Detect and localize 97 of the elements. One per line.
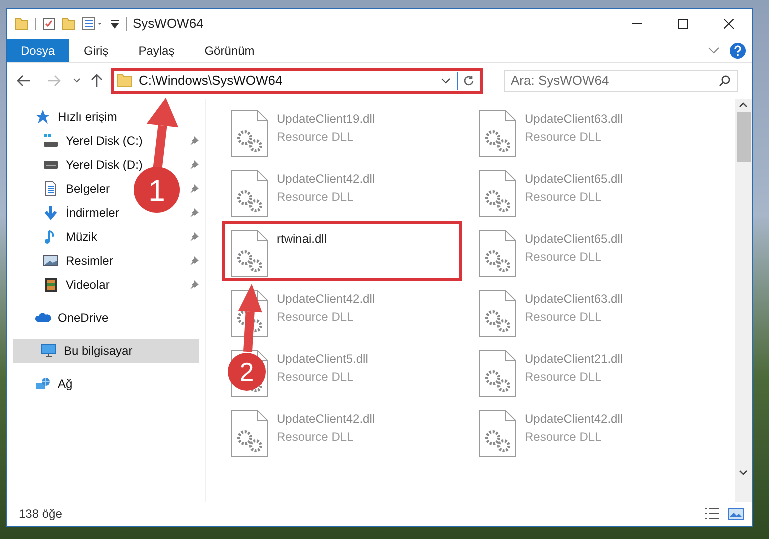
file-gears-icon	[479, 230, 517, 278]
chevron-down-icon[interactable]	[73, 78, 81, 84]
file-name: UpdateClient65.dll	[525, 171, 624, 188]
sidebar-label: Bu bilgisayar	[64, 343, 133, 360]
file-name: UpdateClient63.dll	[525, 111, 624, 128]
pin-icon[interactable]	[189, 208, 199, 218]
file-name: UpdateClient42.dll	[277, 411, 376, 428]
folder-icon[interactable]	[62, 17, 76, 31]
pin-icon[interactable]	[189, 256, 199, 266]
file-name: rtwinai.dll	[277, 231, 328, 248]
file-type: Resource DLL	[277, 309, 355, 326]
close-icon	[724, 19, 734, 29]
file-type: Resource DLL	[525, 369, 603, 386]
sidebar-item[interactable]: Hızlı erişim	[58, 108, 118, 126]
pin-icon[interactable]	[189, 136, 199, 146]
pin-icon[interactable]	[189, 184, 199, 194]
file-type: Resource DLL	[525, 249, 603, 266]
file-gears-icon	[479, 350, 517, 398]
sidebar-item[interactable]: Yerel Disk (C:)	[66, 132, 143, 150]
file-gears-icon	[231, 170, 269, 218]
file-item[interactable]: rtwinai.dll	[222, 221, 462, 281]
scrollbar[interactable]	[735, 99, 752, 502]
sidebar-item[interactable]: Bu bilgisayar	[13, 339, 199, 363]
callout-arrow	[238, 284, 262, 352]
file-name: UpdateClient21.dll	[525, 351, 624, 368]
folder-icon	[117, 74, 133, 88]
callout-number: 2	[240, 357, 254, 387]
forward-arrow-icon[interactable]	[47, 75, 61, 87]
sidebar-item[interactable]: Ağ	[58, 375, 73, 393]
file-name: UpdateClient19.dll	[277, 111, 376, 128]
file-type: Resource DLL	[525, 429, 603, 446]
file-type: Resource DLL	[277, 369, 355, 386]
pin-icon[interactable]	[189, 232, 199, 242]
checklist-icon[interactable]	[42, 17, 56, 31]
details-view-icon[interactable]	[704, 508, 720, 520]
ribbon-tab[interactable]: Paylaş	[124, 39, 190, 62]
file-name: UpdateClient65.dll	[525, 231, 624, 248]
folder-icon[interactable]	[15, 17, 29, 31]
file-gears-icon	[231, 110, 269, 158]
search-icon	[719, 75, 731, 87]
pin-icon[interactable]	[189, 280, 199, 290]
sidebar-item[interactable]: Belgeler	[66, 180, 110, 198]
item-count: 138 öğe	[19, 506, 62, 523]
ribbon-tab[interactable]: Görünüm	[190, 39, 270, 62]
sidebar-item[interactable]: İndirmeler	[66, 204, 120, 222]
file-gears-icon	[479, 170, 517, 218]
window-title: SysWOW64	[133, 15, 204, 34]
file-type: Resource DLL	[277, 189, 355, 206]
back-arrow-icon[interactable]	[17, 75, 31, 87]
up-arrow-icon[interactable]	[91, 74, 103, 88]
monitor-icon	[41, 343, 57, 359]
sidebar-item[interactable]: Müzik	[66, 228, 98, 246]
star-icon	[35, 109, 51, 125]
down-arrow-icon	[43, 205, 59, 221]
address-path: C:\Windows\SysWOW64	[139, 72, 283, 90]
document-icon	[43, 181, 59, 197]
scroll-down-icon[interactable]	[739, 470, 748, 476]
file-name: UpdateClient42.dll	[525, 411, 624, 428]
scroll-up-icon[interactable]	[739, 102, 748, 108]
file-gears-icon	[231, 410, 269, 458]
file-type: Resource DLL	[525, 129, 603, 146]
sidebar-item[interactable]: Videolar	[66, 276, 110, 294]
file-gears-icon	[479, 110, 517, 158]
search-field[interactable]: Ara: SysWOW64	[504, 70, 738, 92]
pin-icon[interactable]	[189, 160, 199, 170]
sidebar-item[interactable]: Yerel Disk (D:)	[66, 156, 143, 174]
properties-icon[interactable]	[82, 17, 104, 31]
large-icons-view-icon[interactable]	[728, 508, 744, 520]
ribbon-tab[interactable]: Giriş	[69, 39, 124, 62]
sidebar-item[interactable]: Resimler	[66, 252, 114, 270]
file-type: Resource DLL	[525, 309, 603, 326]
file-menu-tab[interactable]: Dosya	[7, 39, 70, 62]
scrollbar-thumb[interactable]	[736, 112, 750, 162]
drive-icon	[43, 133, 59, 149]
maximize-icon	[678, 19, 688, 29]
picture-icon	[43, 253, 59, 269]
chevron-down-icon[interactable]	[441, 78, 451, 84]
file-gears-icon	[479, 410, 517, 458]
film-icon	[43, 277, 59, 293]
callout-badge	[228, 353, 266, 391]
file-type: Resource DLL	[525, 189, 603, 206]
file-type: Resource DLL	[277, 129, 355, 146]
globe-icon	[35, 376, 51, 392]
file-type: Resource DLL	[277, 429, 355, 446]
sidebar-item[interactable]: OneDrive	[58, 309, 109, 327]
address-bar[interactable]: C:\Windows\SysWOW64	[111, 68, 483, 94]
file-name: UpdateClient63.dll	[525, 291, 624, 308]
search-input[interactable]: Ara: SysWOW64	[511, 71, 719, 91]
file-name: UpdateClient5.dll	[277, 351, 368, 368]
file-name: UpdateClient42.dll	[277, 171, 376, 188]
drive-icon	[43, 160, 59, 170]
refresh-icon[interactable]	[463, 75, 475, 87]
file-name: UpdateClient42.dll	[277, 291, 376, 308]
callout-number: 1	[148, 175, 166, 208]
file-gears-icon	[479, 290, 517, 338]
help-icon[interactable]	[730, 42, 746, 58]
file-gears-icon	[231, 230, 269, 278]
